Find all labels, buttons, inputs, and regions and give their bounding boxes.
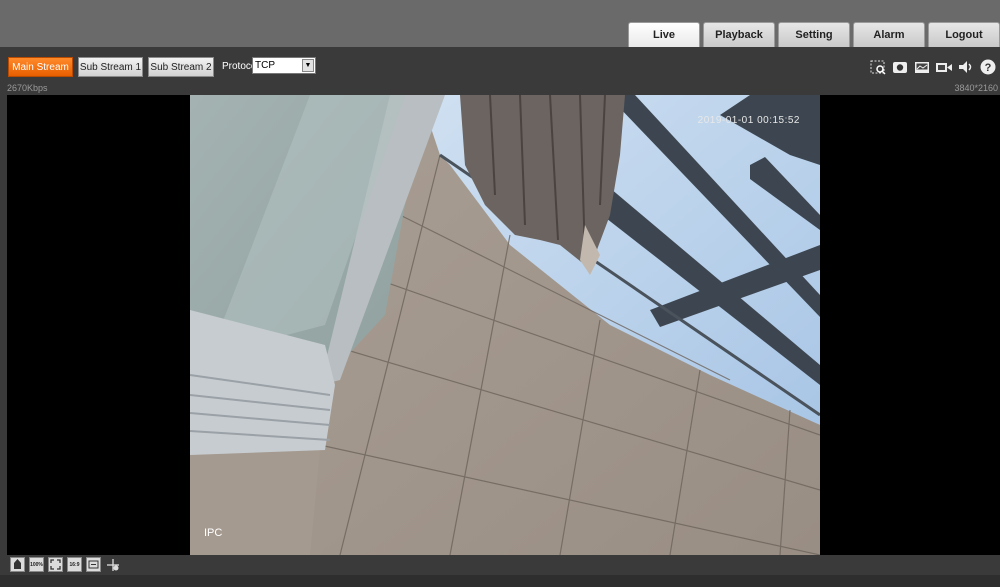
svg-text:?: ? xyxy=(985,62,992,74)
tab-alarm[interactable]: Alarm xyxy=(853,22,925,47)
video-viewport[interactable]: 2019-01-01 00:15:52 IPC xyxy=(7,95,1000,555)
audio-icon[interactable] xyxy=(956,57,976,77)
chevron-down-icon[interactable]: ▼ xyxy=(302,59,314,72)
camera-feed-image[interactable]: 2019-01-01 00:15:52 IPC xyxy=(190,95,820,555)
bottom-icons: 100% 16:9 xyxy=(10,557,120,572)
100-percent-icon[interactable]: 100% xyxy=(29,557,44,572)
aspect-ratio-label: 16:9 xyxy=(69,561,80,568)
osd-channel-name: IPC xyxy=(204,527,223,539)
sub-stream-2-button[interactable]: Sub Stream 2 xyxy=(148,57,214,77)
tab-playback[interactable]: Playback xyxy=(703,22,775,47)
ptz-icon[interactable] xyxy=(105,557,120,572)
resolution-readout: 3840*2160 xyxy=(954,83,998,93)
main-stream-button[interactable]: Main Stream xyxy=(8,57,73,77)
stream-toolbar: Main Stream Sub Stream 1 Sub Stream 2 Pr… xyxy=(0,47,1000,82)
digital-zoom-icon[interactable] xyxy=(868,57,888,77)
camera-scene xyxy=(190,95,820,555)
100-percent-label: 100% xyxy=(30,561,43,568)
tab-live[interactable]: Live xyxy=(628,22,700,47)
web-client-root: Live Playback Setting Alarm Logout Main … xyxy=(0,0,1000,587)
aspect-ratio-16-9-icon[interactable]: 16:9 xyxy=(67,557,82,572)
original-size-icon[interactable] xyxy=(10,557,25,572)
top-header: Live Playback Setting Alarm Logout xyxy=(0,0,1000,47)
footer xyxy=(0,575,1000,587)
protocol-select[interactable]: TCP ▼ xyxy=(252,57,316,74)
snapshot-icon[interactable] xyxy=(890,57,910,77)
protocol-value: TCP xyxy=(255,60,275,71)
tab-logout[interactable]: Logout xyxy=(928,22,1000,47)
record-icon[interactable] xyxy=(934,57,954,77)
sub-stream-1-button[interactable]: Sub Stream 1 xyxy=(78,57,143,77)
fluency-icon[interactable] xyxy=(86,557,101,572)
live-tools: ? xyxy=(868,57,998,77)
triple-snapshot-icon[interactable] xyxy=(912,57,932,77)
main-nav: Live Playback Setting Alarm Logout xyxy=(625,22,1000,47)
tab-setting[interactable]: Setting xyxy=(778,22,850,47)
fullscreen-icon[interactable] xyxy=(48,557,63,572)
bottom-control-bar: 100% 16:9 xyxy=(0,555,1000,575)
bitrate-readout: 2670Kbps xyxy=(7,83,48,93)
osd-timestamp: 2019-01-01 00:15:52 xyxy=(697,115,800,126)
help-icon[interactable]: ? xyxy=(978,57,998,77)
